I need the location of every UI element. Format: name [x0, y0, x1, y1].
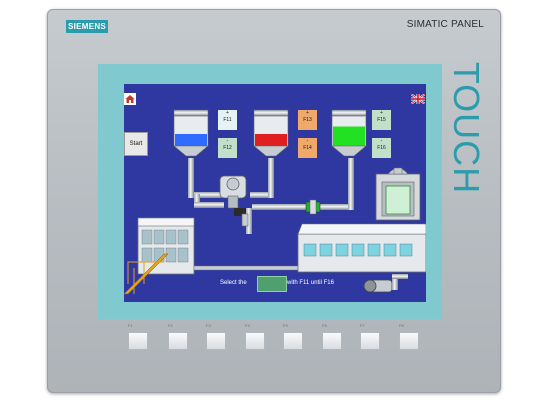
softkey-f6[interactable]: F6	[322, 322, 342, 350]
tank-cone	[331, 145, 367, 157]
tank-level	[255, 134, 287, 146]
softkey-cap[interactable]	[322, 332, 342, 350]
hmi-screen[interactable]: Start + F11 - F12 + F13 - F14 + F15 - F1…	[124, 84, 426, 302]
softkey-f2[interactable]: F2	[168, 322, 188, 350]
softkey-cap[interactable]	[128, 332, 148, 350]
softkey-label: F4	[245, 323, 250, 328]
f11-key[interactable]: + F11	[218, 110, 237, 130]
model-label: SIMATIC PANEL	[406, 19, 484, 30]
softkey-f5[interactable]: F5	[283, 322, 303, 350]
softkey-f4[interactable]: F4	[245, 322, 265, 350]
tank-lid	[173, 109, 209, 117]
softkey-label: F8	[399, 323, 404, 328]
tank-3	[331, 109, 367, 157]
softkey-cap[interactable]	[206, 332, 226, 350]
pipework	[188, 158, 354, 234]
mixer-unit	[219, 175, 249, 227]
softkey-label: F1	[128, 323, 133, 328]
softkey-f7[interactable]: F7	[360, 322, 380, 350]
brand-logo: SIEMENS	[66, 20, 108, 33]
f15-key[interactable]: + F15	[372, 110, 391, 130]
instruction-text-left: Select the	[220, 280, 247, 286]
pump	[363, 274, 408, 293]
softkey-label: F2	[168, 323, 173, 328]
softkey-f1[interactable]: F1	[128, 322, 148, 350]
tank-lid	[331, 109, 367, 117]
tank-level	[175, 134, 207, 146]
softkey-cap[interactable]	[283, 332, 303, 350]
softkey-label: F6	[322, 323, 327, 328]
instruction-text-right: with F11 until F16	[287, 280, 334, 286]
f12-key[interactable]: - F12	[218, 138, 237, 158]
tank-cone	[173, 145, 209, 157]
valve	[305, 199, 321, 215]
softkey-cap[interactable]	[360, 332, 380, 350]
tank-cone	[253, 145, 289, 157]
tank-1	[173, 109, 209, 157]
softkey-label: F7	[360, 323, 365, 328]
f16-key[interactable]: - F16	[372, 138, 391, 158]
f14-key[interactable]: - F14	[298, 138, 317, 158]
tank-lid	[253, 109, 289, 117]
softkey-f8[interactable]: F8	[399, 322, 419, 350]
f13-key[interactable]: + F13	[298, 110, 317, 130]
production-line	[193, 223, 426, 273]
softkey-cap[interactable]	[168, 332, 188, 350]
touch-label: TOUCH	[446, 61, 487, 195]
selected-tank-indicator[interactable]	[257, 276, 287, 292]
softkey-cap[interactable]	[399, 332, 419, 350]
softkey-label: F3	[206, 323, 211, 328]
warehouse-building	[124, 217, 195, 295]
filling-machine	[375, 167, 421, 221]
softkey-f3[interactable]: F3	[206, 322, 226, 350]
softkey-cap[interactable]	[245, 332, 265, 350]
softkey-label: F5	[283, 323, 288, 328]
tank-level	[333, 126, 365, 146]
tank-2	[253, 109, 289, 157]
